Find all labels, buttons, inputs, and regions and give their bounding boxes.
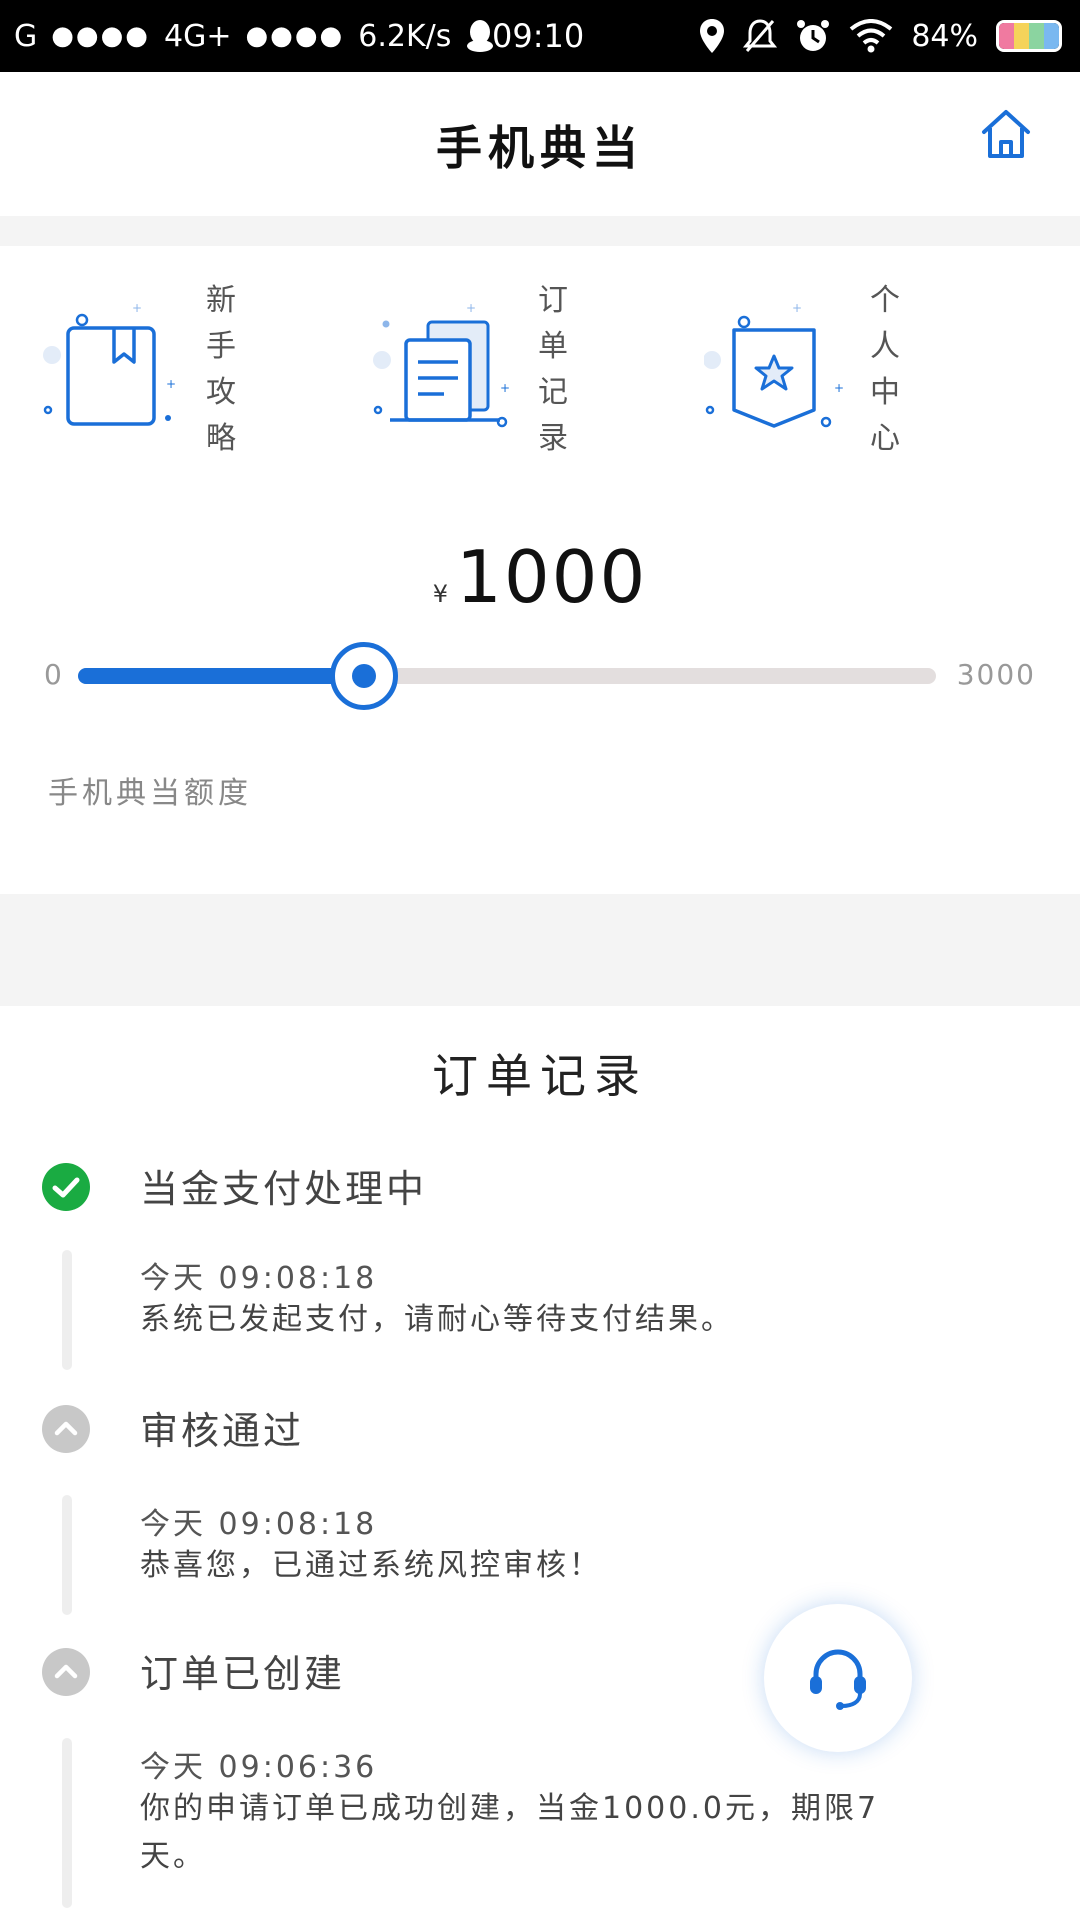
home-icon[interactable] [978, 106, 1034, 162]
status-right: 84% [699, 0, 1062, 72]
timeline-bar [62, 1495, 72, 1615]
guide-book-icon: + + [43, 301, 176, 426]
mute-bell-icon [743, 19, 778, 52]
battery-percent: 84% [911, 18, 978, 54]
chevron-up-icon[interactable] [42, 1405, 90, 1453]
slider-thumb[interactable] [330, 642, 398, 710]
step-message: 系统已发起支付，请耐心等待支付结果。 [140, 1302, 734, 1337]
amount-slider[interactable] [78, 642, 936, 710]
shortcut-orders-label: 订单记录 [538, 283, 602, 456]
signal-strength-1: ●●●● [51, 21, 150, 51]
location-icon [700, 19, 725, 53]
svg-text:+: + [834, 381, 844, 395]
step-title: 订单已创建 [140, 1652, 346, 1696]
network-type: 4G+ [164, 18, 232, 54]
app-header: 手机典当 [0, 72, 1080, 216]
step-time: 今天 09:08:18 [140, 1261, 378, 1296]
clock: 09:10 [492, 17, 585, 55]
loan-amount: ¥1000 [0, 535, 1080, 619]
check-icon [42, 1163, 90, 1211]
svg-text:+: + [792, 301, 802, 315]
quota-label: 手机典当额度 [48, 776, 252, 811]
step-time: 今天 09:08:18 [140, 1507, 378, 1542]
timeline-bar [62, 1250, 72, 1370]
wifi-icon [850, 19, 893, 53]
orders-section-title: 订单记录 [432, 1049, 648, 1103]
shortcut-orders[interactable]: + + 订单记录 [372, 283, 648, 456]
network-speed: 6.2K/s [358, 18, 452, 54]
page-title: 手机典当 [436, 121, 644, 175]
customer-service-button[interactable] [764, 1604, 912, 1752]
step-title: 审核通过 [140, 1409, 305, 1453]
svg-text:+: + [166, 377, 176, 391]
signal-strength-2: ●●●● [245, 21, 345, 51]
order-docs-icon: + + [373, 301, 510, 428]
profile-badge-icon: + + [704, 301, 844, 428]
step-time: 今天 09:06:36 [140, 1750, 378, 1785]
carrier-label: G [14, 18, 38, 54]
slider-min-label: 0 [44, 658, 62, 691]
timeline-bar [62, 1738, 72, 1908]
section-divider [0, 216, 1080, 246]
status-bar: G ●●●● 4G+ ●●●● 6.2K/s 09:10 84% [0, 0, 1080, 72]
svg-text:+: + [500, 381, 510, 395]
headset-icon [810, 1649, 866, 1710]
shortcut-profile[interactable]: + + 个人中心 [704, 283, 980, 456]
slider-max-label: 3000 [956, 658, 1036, 691]
svg-text:+: + [466, 301, 476, 315]
amount-value: 1000 [456, 535, 648, 619]
chevron-up-icon[interactable] [42, 1648, 90, 1696]
currency-symbol: ¥ [432, 580, 449, 608]
shortcut-profile-label: 个人中心 [870, 283, 934, 456]
step-message: 你的申请订单已成功创建，当金1000.0元，期限7天。 [140, 1791, 880, 1874]
step-title: 当金支付处理中 [140, 1167, 428, 1211]
section-divider [0, 894, 1080, 1006]
battery-icon [996, 20, 1062, 52]
svg-text:+: + [132, 301, 142, 315]
step-message: 恭喜您，已通过系统风控审核！ [140, 1548, 602, 1583]
shortcut-guide-label: 新手攻略 [206, 283, 270, 456]
slider-fill [78, 668, 364, 684]
qq-icon [467, 20, 494, 52]
shortcut-guide[interactable]: + + 新手攻略 [40, 283, 316, 456]
alarm-icon [797, 20, 830, 51]
status-left: G ●●●● 4G+ ●●●● 6.2K/s [14, 0, 495, 72]
